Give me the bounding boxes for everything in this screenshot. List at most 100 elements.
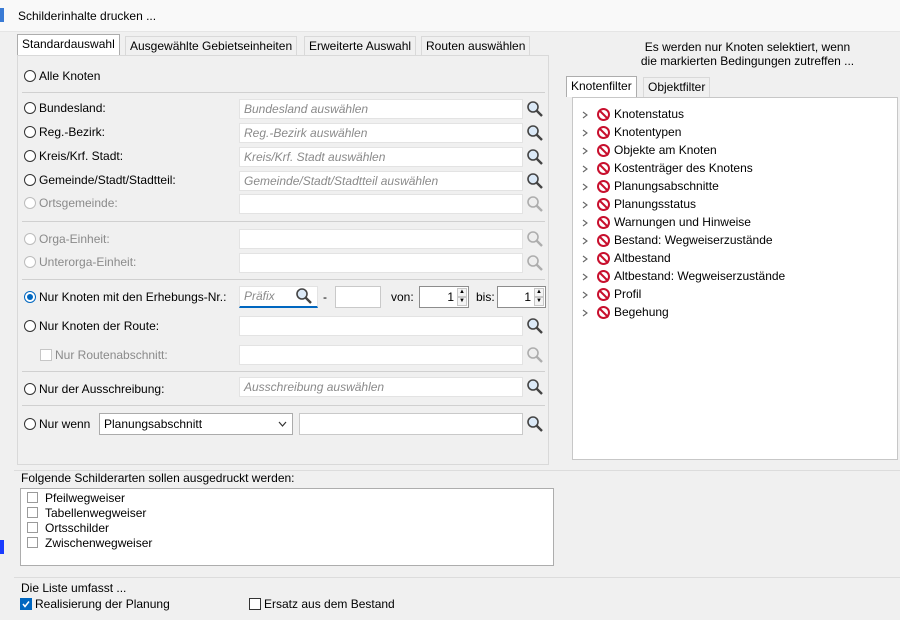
radio-nur-wenn[interactable] — [24, 418, 36, 430]
radio-route[interactable] — [24, 320, 36, 332]
radio-orga-einheit[interactable] — [24, 233, 36, 245]
search-icon[interactable] — [526, 172, 544, 190]
tree-item[interactable]: Planungsstatus — [580, 195, 890, 213]
tree-item[interactable]: Knotentypen — [580, 123, 890, 141]
spin-up-icon[interactable]: ▲ — [457, 288, 467, 297]
chevron-right-icon[interactable] — [582, 147, 588, 155]
chevron-right-icon[interactable] — [582, 201, 588, 209]
spin-down-icon[interactable]: ▼ — [457, 297, 467, 306]
nur-wenn-field[interactable] — [299, 413, 523, 435]
forbidden-icon[interactable] — [597, 162, 610, 175]
spin-down-icon[interactable]: ▼ — [534, 297, 544, 306]
gemeinde-field[interactable]: Gemeinde/Stadt/Stadtteil auswählen — [239, 171, 523, 191]
checkbox-realisierung[interactable] — [20, 598, 32, 610]
checkbox-ersatz[interactable] — [249, 598, 261, 610]
search-icon[interactable] — [526, 317, 544, 335]
radio-alle-knoten[interactable] — [24, 70, 36, 82]
tab-gebietseinheiten[interactable]: Ausgewählte Gebietseinheiten — [125, 36, 298, 57]
von-spinner[interactable]: 1 ▲ ▼ — [419, 286, 469, 308]
forbidden-icon[interactable] — [597, 288, 610, 301]
bis-spinner[interactable]: 1 ▲ ▼ — [497, 286, 546, 308]
forbidden-icon[interactable] — [597, 216, 610, 229]
tab-objektfilter[interactable]: Objektfilter — [643, 77, 711, 98]
search-icon[interactable] — [526, 254, 544, 272]
radio-regbezirk[interactable] — [24, 126, 36, 138]
radio-bundesland[interactable] — [24, 102, 36, 114]
search-icon[interactable] — [526, 230, 544, 248]
search-icon[interactable] — [526, 124, 544, 142]
search-icon[interactable] — [526, 100, 544, 118]
forbidden-icon[interactable] — [597, 108, 610, 121]
forbidden-icon[interactable] — [597, 126, 610, 139]
chevron-right-icon[interactable] — [582, 219, 588, 227]
tree-item[interactable]: Begehung — [580, 303, 890, 321]
label-bundesland: Bundesland: — [39, 101, 106, 115]
nur-wenn-select[interactable]: Planungsabschnitt — [99, 413, 293, 435]
chevron-right-icon[interactable] — [582, 111, 588, 119]
search-icon[interactable] — [295, 287, 313, 305]
tab-erweiterte-auswahl[interactable]: Erweiterte Auswahl — [304, 36, 417, 57]
ortsgemeinde-field[interactable] — [239, 194, 523, 214]
tree-item[interactable]: Knotenstatus — [580, 105, 890, 123]
kreis-field[interactable]: Kreis/Krf. Stadt auswählen — [239, 147, 523, 167]
chevron-right-icon[interactable] — [582, 273, 588, 281]
spin-up-icon[interactable]: ▲ — [534, 288, 544, 297]
regbezirk-field[interactable]: Reg.-Bezirk auswählen — [239, 123, 523, 143]
tree-item[interactable]: Altbestand: Wegweiserzustände — [580, 267, 890, 285]
forbidden-icon[interactable] — [597, 180, 610, 193]
label-ausschreibung: Nur der Ausschreibung: — [39, 382, 165, 396]
forbidden-icon[interactable] — [597, 234, 610, 247]
tree-item[interactable]: Bestand: Wegweiserzustände — [580, 231, 890, 249]
schilderart-checkbox[interactable] — [27, 522, 38, 533]
forbidden-icon[interactable] — [597, 252, 610, 265]
orga-einheit-field[interactable] — [239, 229, 523, 249]
unterorga-einheit-field[interactable] — [239, 253, 523, 273]
schilderart-label: Zwischenwegweiser — [45, 536, 153, 550]
tree-item[interactable]: Altbestand — [580, 249, 890, 267]
erhebungs-nr-field[interactable] — [335, 286, 381, 308]
search-icon[interactable] — [526, 195, 544, 213]
radio-ausschreibung[interactable] — [24, 383, 36, 395]
routenabschnitt-field[interactable] — [239, 345, 523, 365]
search-icon[interactable] — [526, 415, 544, 433]
ausschreibung-field[interactable]: Ausschreibung auswählen — [239, 377, 523, 397]
tree-item-label: Bestand: Wegweiserzustände — [614, 233, 773, 247]
tree-item[interactable]: Profil — [580, 285, 890, 303]
chevron-right-icon[interactable] — [582, 309, 588, 317]
tab-standardauswahl[interactable]: Standardauswahl — [17, 34, 120, 56]
tab-routen-auswaehlen[interactable]: Routen auswählen — [421, 36, 531, 57]
chevron-right-icon[interactable] — [582, 255, 588, 263]
forbidden-icon[interactable] — [597, 270, 610, 283]
search-icon[interactable] — [526, 148, 544, 166]
search-icon[interactable] — [526, 378, 544, 396]
chevron-right-icon[interactable] — [582, 183, 588, 191]
chevron-right-icon[interactable] — [582, 165, 588, 173]
tree-item[interactable]: Warnungen und Hinweise — [580, 213, 890, 231]
filter-info: Es werden nur Knoten selektiert, wenn di… — [600, 40, 895, 68]
filter-info-line1: Es werden nur Knoten selektiert, wenn — [644, 40, 851, 54]
radio-gemeinde[interactable] — [24, 174, 36, 186]
schilderart-checkbox[interactable] — [27, 492, 38, 503]
search-icon[interactable] — [526, 346, 544, 364]
radio-unterorga-einheit[interactable] — [24, 256, 36, 268]
tab-knotenfilter[interactable]: Knotenfilter — [566, 76, 637, 97]
forbidden-icon[interactable] — [597, 198, 610, 211]
schilderart-checkbox[interactable] — [27, 507, 38, 518]
label-von: von: — [391, 290, 414, 304]
label-alle-knoten: Alle Knoten — [39, 69, 101, 83]
tree-item[interactable]: Objekte am Knoten — [580, 141, 890, 159]
chevron-right-icon[interactable] — [582, 129, 588, 137]
route-field[interactable] — [239, 316, 523, 336]
radio-ortsgemeinde[interactable] — [24, 197, 36, 209]
radio-erhebungs-nr[interactable] — [24, 291, 36, 303]
tree-item[interactable]: Planungsabschnitte — [580, 177, 890, 195]
forbidden-icon[interactable] — [597, 144, 610, 157]
forbidden-icon[interactable] — [597, 306, 610, 319]
tree-item[interactable]: Kostenträger des Knotens — [580, 159, 890, 177]
checkbox-routenabschnitt[interactable] — [40, 349, 52, 361]
bundesland-field[interactable]: Bundesland auswählen — [239, 99, 523, 119]
radio-kreis[interactable] — [24, 150, 36, 162]
chevron-right-icon[interactable] — [582, 291, 588, 299]
chevron-right-icon[interactable] — [582, 237, 588, 245]
schilderart-checkbox[interactable] — [27, 537, 38, 548]
